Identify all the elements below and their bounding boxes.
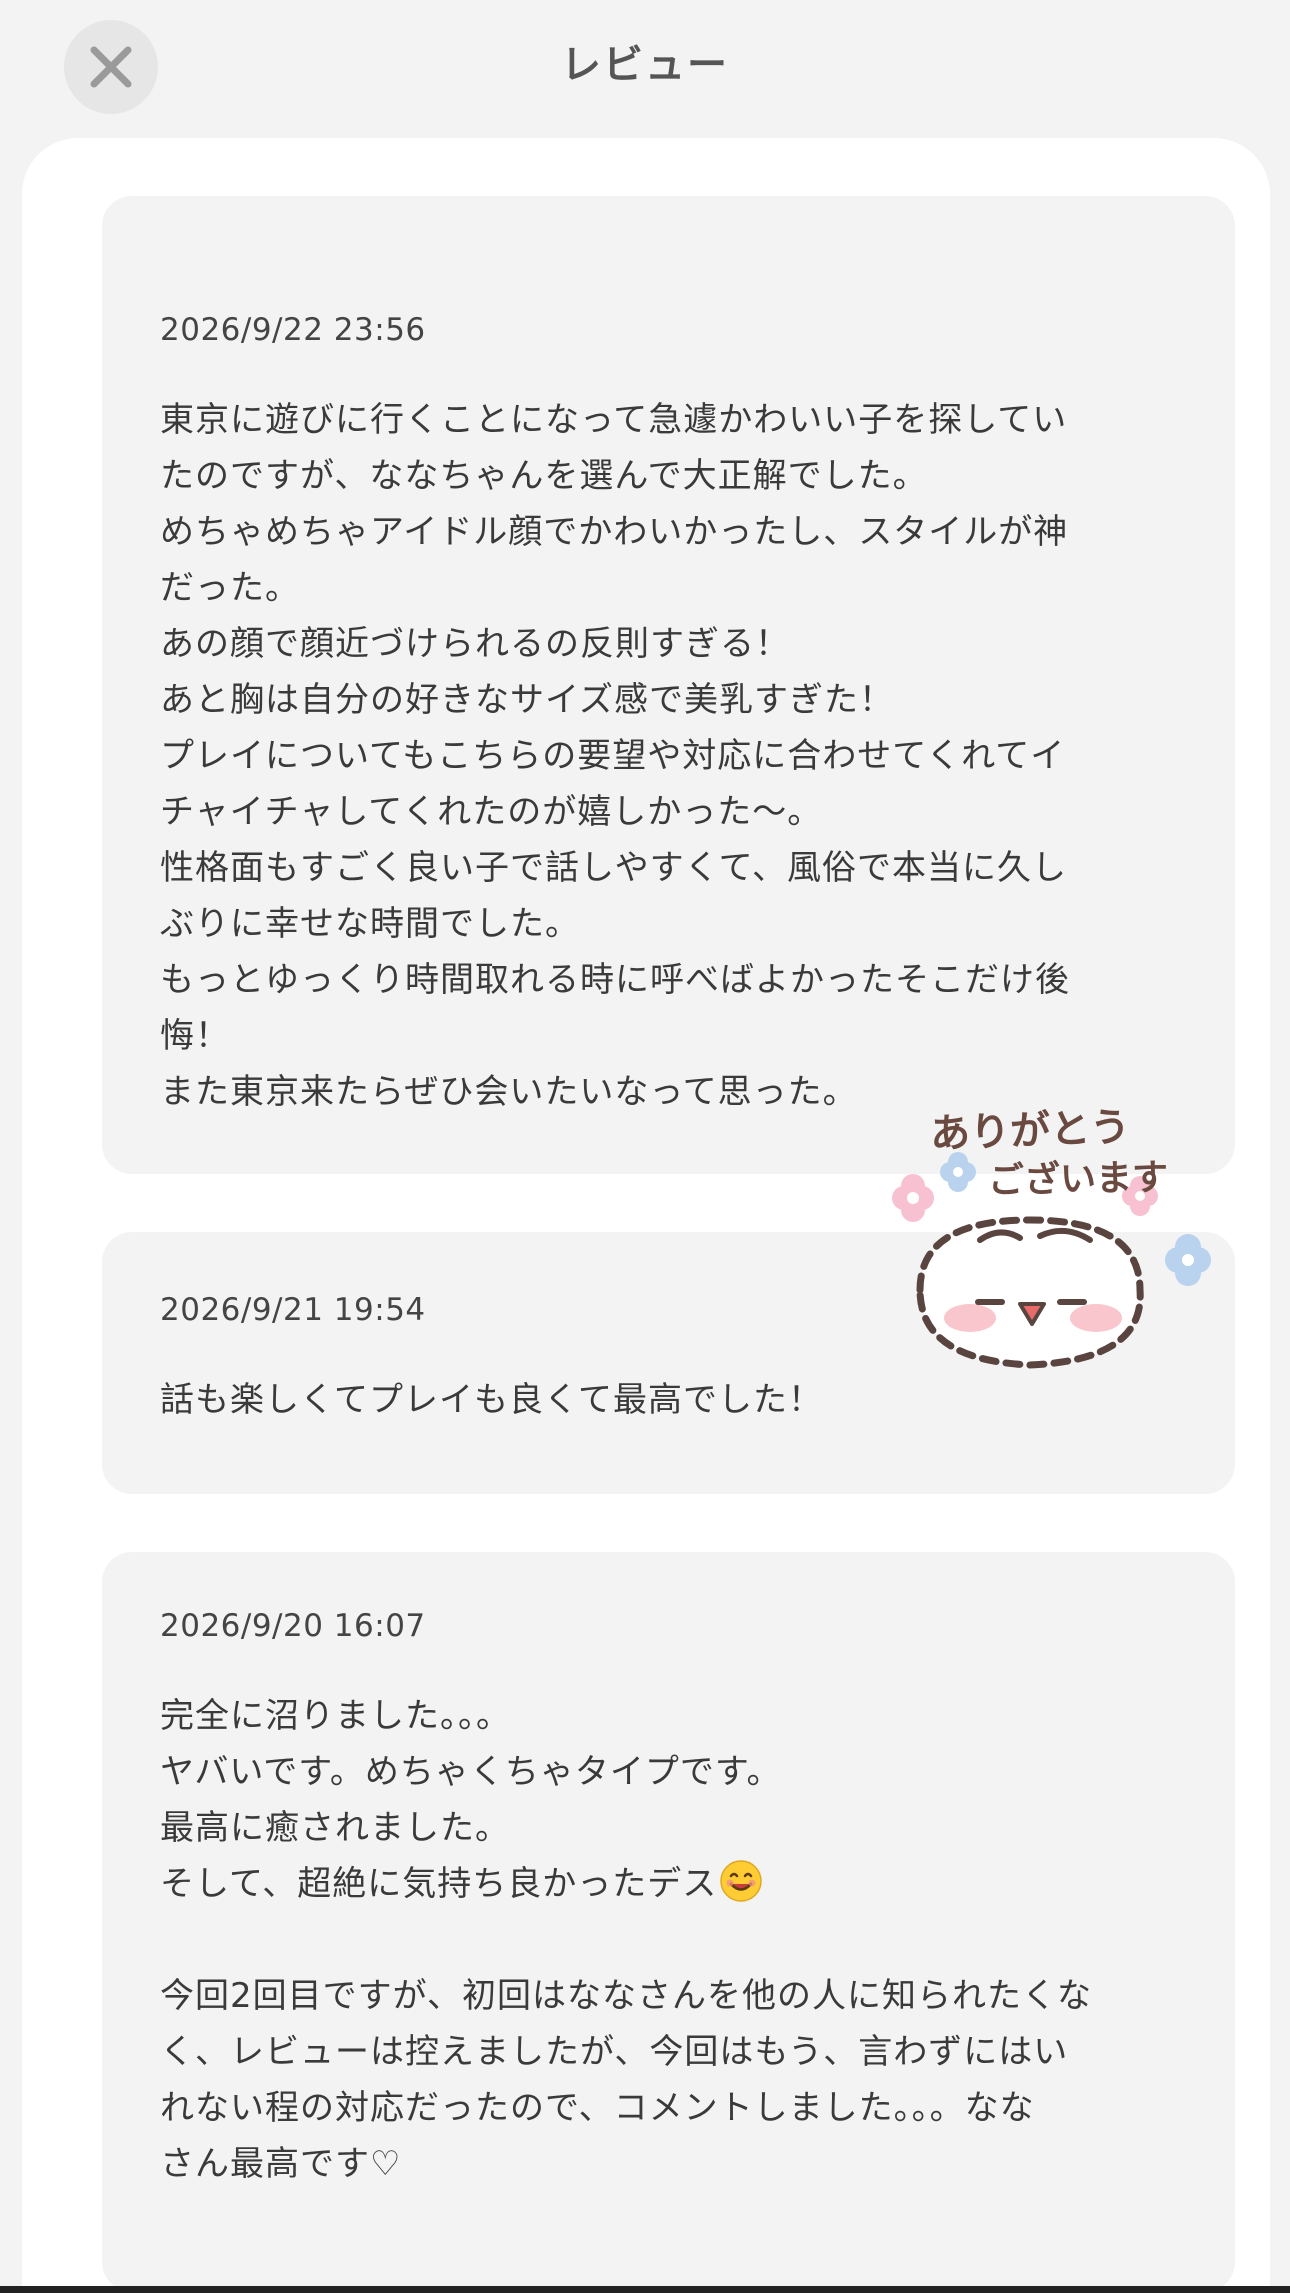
- review-text: 完全に沼りました。。。 ヤバいです。めちゃくちゃタイプです。 最高に癒されました…: [160, 1688, 1190, 2192]
- review-line: ぶりに幸せな時間でした。: [160, 904, 580, 944]
- review-card: 2026/9/22 23:56 東京に遊びに行くことになって急遽かわいい子を探し…: [102, 196, 1235, 1174]
- review-line: めちゃめちゃアイドル顔でかわいかったし、スタイルが神: [160, 512, 1069, 552]
- review-line: そして、超絶に気持ち良かったデス: [160, 1856, 1190, 1912]
- review-screen: レビュー 2026/9/22 23:56 東京に遊びに行くことになって急遽かわい…: [0, 0, 1290, 2293]
- review-card: 2026/9/20 16:07 完全に沼りました。。。 ヤバいです。めちゃくちゃ…: [102, 1552, 1235, 2292]
- review-date: 2026/9/22 23:56: [160, 312, 426, 348]
- page-title: レビュー: [561, 42, 729, 88]
- flower-icon: [1165, 1234, 1211, 1286]
- smiling-face-emoji: [720, 1860, 763, 1902]
- review-line: ヤバいです。めちゃくちゃタイプです。: [160, 1752, 782, 1792]
- review-line: あと胸は自分の好きなサイズ感で美乳すぎた！: [160, 680, 894, 720]
- flower-icon: [892, 1174, 934, 1222]
- review-line: 今回2回目ですが、初回はななさんを他の人に知られたくな: [160, 1976, 1092, 2016]
- review-line: だった。: [160, 568, 300, 608]
- review-line: く、レビューは控えましたが、今回はもう、言わずにはい: [160, 2032, 1069, 2072]
- review-text: 東京に遊びに行くことになって急遽かわいい子を探してい たのですが、ななちゃんを選…: [160, 392, 1190, 1120]
- thank-you-sticker: ありがとう ございます: [860, 1090, 1220, 1430]
- review-line: たのですが、ななちゃんを選んで大正解でした。: [160, 456, 928, 496]
- review-date: 2026/9/20 16:07: [160, 1608, 426, 1644]
- bottom-divider: [0, 2286, 1290, 2293]
- review-line: チャイチャしてくれたのが嬉しかった〜。: [160, 792, 823, 832]
- review-line: あの顔で顔近づけられるの反則すぎる！: [160, 624, 790, 664]
- review-line: 性格面もすごく良い子で話しやすくて、風俗で本当に久し: [160, 848, 1067, 888]
- review-line: もっとゆっくり時間取れる時に呼べばよかったそこだけ後: [160, 960, 1070, 1000]
- review-line: れない程の対応だったので、コメントしました。。。なな: [160, 2088, 1035, 2128]
- review-line-text: そして、超絶に気持ち良かったデス: [160, 1864, 718, 1904]
- review-date: 2026/9/21 19:54: [160, 1292, 426, 1328]
- header: レビュー: [0, 0, 1290, 132]
- sticker-text: ございます: [987, 1157, 1169, 1202]
- review-line: 最高に癒されました。: [160, 1808, 510, 1848]
- review-line: プレイについてもこちらの要望や対応に合わせてくれてイ: [160, 736, 1066, 776]
- review-line: さん最高です♡: [160, 2144, 402, 2184]
- review-line: 東京に遊びに行くことになって急遽かわいい子を探してい: [160, 400, 1068, 440]
- review-line: 完全に沼りました。。。: [160, 1696, 511, 1736]
- review-line: 悔！: [160, 1016, 230, 1056]
- review-line: [160, 1912, 1190, 1968]
